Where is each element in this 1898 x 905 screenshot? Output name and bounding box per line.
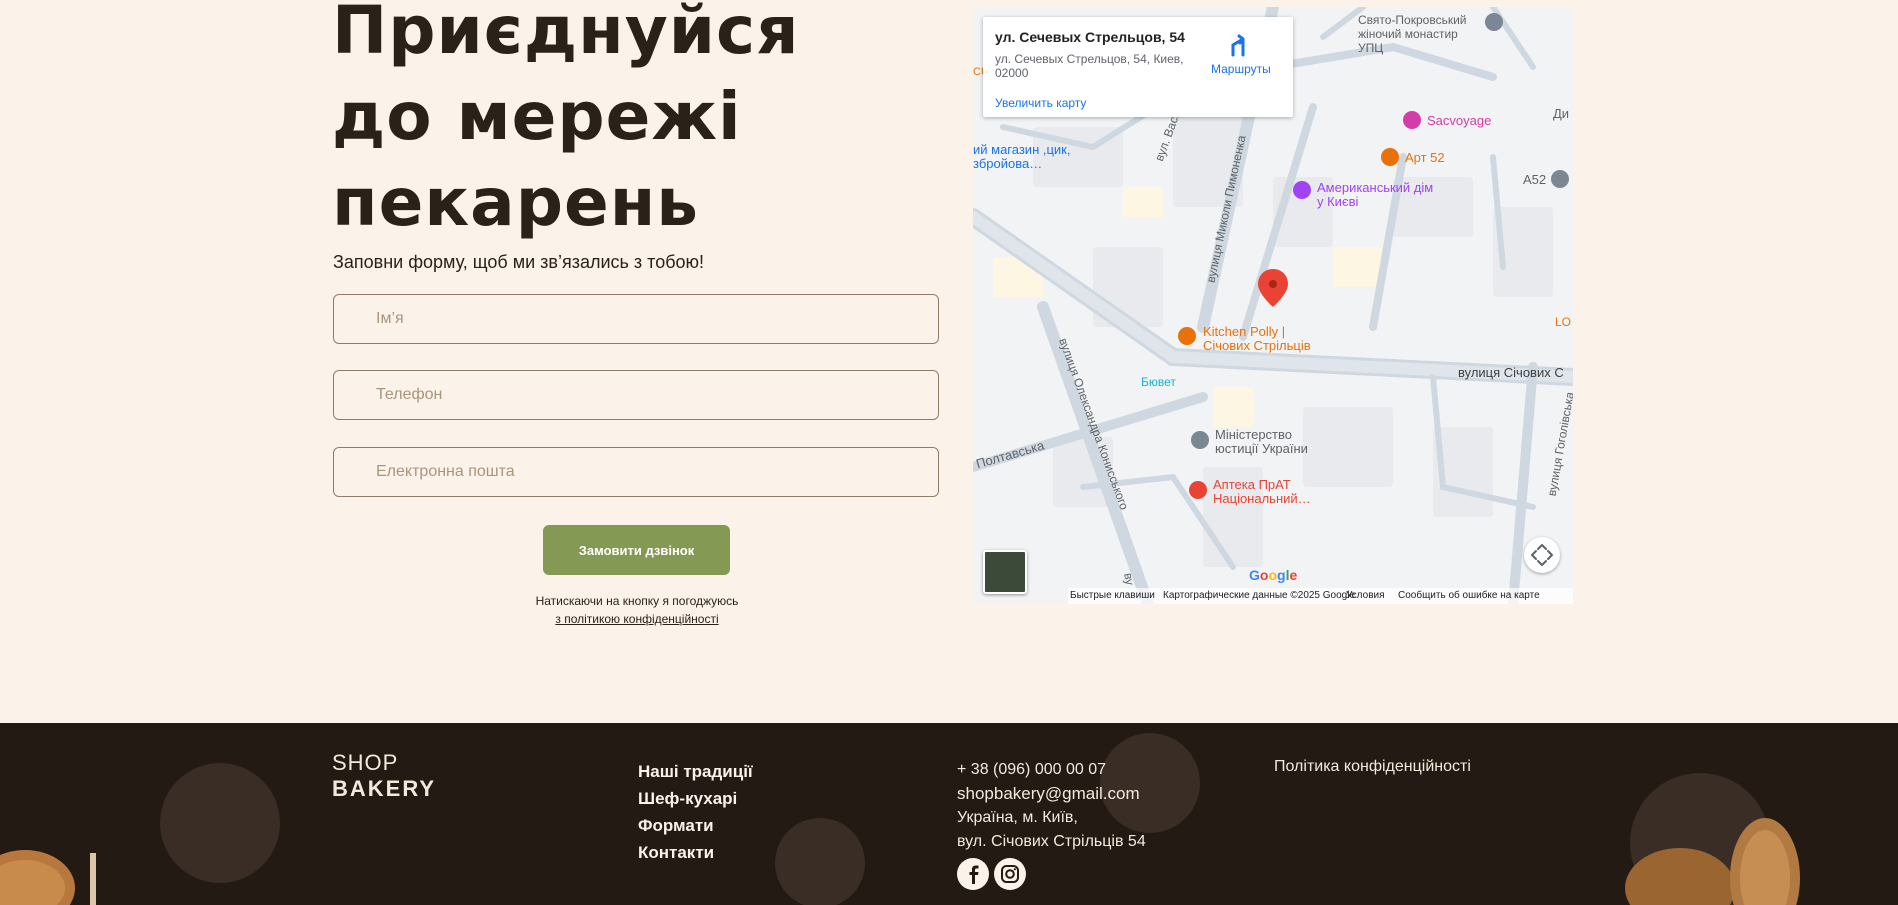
terms-link[interactable]: Условия bbox=[1346, 590, 1385, 601]
privacy-policy-footer-link[interactable]: Політика конфіденційності bbox=[1274, 758, 1471, 776]
nav-chefs[interactable]: Шеф-кухарі bbox=[638, 785, 753, 812]
hotel-icon[interactable] bbox=[1403, 111, 1421, 129]
shortcuts-link[interactable]: Быстрые клавиши bbox=[1070, 590, 1155, 601]
map-footer: Быстрые клавиши Картографические данные … bbox=[1068, 588, 1573, 604]
fullscreen-icon bbox=[1531, 544, 1553, 566]
instagram-button[interactable] bbox=[994, 858, 1026, 890]
poi-kitchen-polly[interactable]: Kitchen Polly | Січових Стрільців bbox=[1203, 325, 1333, 353]
fullscreen-button[interactable] bbox=[1524, 537, 1560, 573]
directions-icon[interactable] bbox=[1228, 33, 1250, 57]
instagram-icon bbox=[1001, 865, 1019, 883]
poi-american-house[interactable]: Американський дім у Києві bbox=[1317, 181, 1437, 209]
monastery-icon[interactable] bbox=[1485, 13, 1503, 31]
phone-link[interactable]: + 38 (096) 000 00 07 bbox=[957, 758, 1146, 782]
report-error-link[interactable]: Сообщить об ошибке на карте bbox=[1398, 590, 1540, 601]
email-input[interactable] bbox=[333, 447, 939, 497]
facebook-icon bbox=[969, 865, 979, 884]
poi-di[interactable]: Ди bbox=[1553, 107, 1569, 121]
phone-input[interactable] bbox=[333, 370, 939, 420]
contact-info: + 38 (096) 000 00 07 shopbakery@gmail.co… bbox=[957, 758, 1146, 854]
map-data-credit: Картографические данные ©2025 Google bbox=[1163, 590, 1356, 601]
routes-link[interactable]: Маршруты bbox=[1211, 62, 1271, 76]
place-address: ул. Сечевых Стрельцов, 54, Киев, 02000 bbox=[995, 52, 1184, 80]
pharmacy-icon[interactable] bbox=[1189, 481, 1207, 499]
form-subtitle: Заповни форму, щоб ми зв’язались з тобою… bbox=[333, 252, 705, 272]
place-title: ул. Сечевых Стрельцов, 54 bbox=[995, 29, 1185, 45]
place-icon[interactable] bbox=[1551, 170, 1569, 188]
cafe-icon[interactable] bbox=[1381, 148, 1399, 166]
poi-ministry[interactable]: Міністерство юстиції України bbox=[1215, 428, 1335, 456]
footer-nav: Наші традиції Шеф-кухарі Формати Контакт… bbox=[638, 758, 753, 866]
facebook-button[interactable] bbox=[957, 858, 989, 890]
street-label: вулиця Січових С bbox=[1458, 365, 1564, 380]
name-input[interactable] bbox=[333, 294, 939, 344]
nav-contacts[interactable]: Контакти bbox=[638, 839, 753, 866]
restaurant-icon[interactable] bbox=[1178, 327, 1196, 345]
google-map[interactable]: вул. Василя Д вулиця Миколи Пимоненка ву… bbox=[973, 7, 1573, 604]
google-logo: Google bbox=[1249, 567, 1298, 583]
poi-shop[interactable]: ий магазин ,цик, збройова… bbox=[973, 143, 1083, 171]
email-link[interactable]: shopbakery@gmail.com bbox=[957, 782, 1146, 806]
page-title: Приєднуйся до мережі пекарень bbox=[332, 0, 800, 241]
consent-text: Натискаючи на кнопку я погоджуюсь bbox=[535, 594, 739, 608]
logo-bakery[interactable]: BAKERY bbox=[332, 776, 436, 802]
privacy-policy-link[interactable]: з політикою конфіденційності bbox=[500, 610, 774, 628]
poi-art52[interactable]: Арт 52 bbox=[1405, 151, 1445, 165]
street-label: ву bbox=[1121, 571, 1138, 587]
order-call-button[interactable]: Замовити дзвінок bbox=[543, 525, 730, 575]
poi-monastery[interactable]: Свято-Покровський жіночий монастир УПЦ bbox=[1358, 13, 1483, 55]
bread-right-image bbox=[1625, 818, 1800, 905]
enlarge-map-link[interactable]: Увеличить карту bbox=[995, 96, 1086, 110]
ministry-icon[interactable] bbox=[1191, 431, 1209, 449]
satellite-toggle[interactable] bbox=[983, 550, 1027, 594]
site-footer: SHOP BAKERY Наші традиції Шеф-кухарі Фор… bbox=[0, 723, 1898, 905]
address-line-2: вул. Січових Стрільців 54 bbox=[957, 833, 1146, 850]
poi-pharmacy[interactable]: Аптека ПрАТ Національний… bbox=[1213, 478, 1333, 506]
landmark-icon[interactable] bbox=[1293, 181, 1311, 199]
logo-shop[interactable]: SHOP bbox=[332, 750, 398, 776]
place-card: ул. Сечевых Стрельцов, 54 ул. Сечевых Ст… bbox=[983, 17, 1293, 117]
nav-formats[interactable]: Формати bbox=[638, 812, 753, 839]
consent-note: Натискаючи на кнопку я погоджуюсь з полі… bbox=[500, 592, 774, 628]
poi-lo[interactable]: LO bbox=[1555, 315, 1571, 329]
flour-texture bbox=[160, 733, 1770, 905]
address-line-1: Україна, м. Київ, bbox=[957, 809, 1078, 826]
poi-a52[interactable]: A52 bbox=[1523, 173, 1546, 187]
nav-traditions[interactable]: Наші традиції bbox=[638, 758, 753, 785]
bread-left-image bbox=[0, 850, 96, 905]
poi-buvet[interactable]: Бювет bbox=[1141, 375, 1176, 389]
poi-sacvoyage[interactable]: Sacvoyage bbox=[1427, 114, 1491, 128]
contact-section: Приєднуйся до мережі пекарень Заповни фо… bbox=[0, 0, 1898, 723]
